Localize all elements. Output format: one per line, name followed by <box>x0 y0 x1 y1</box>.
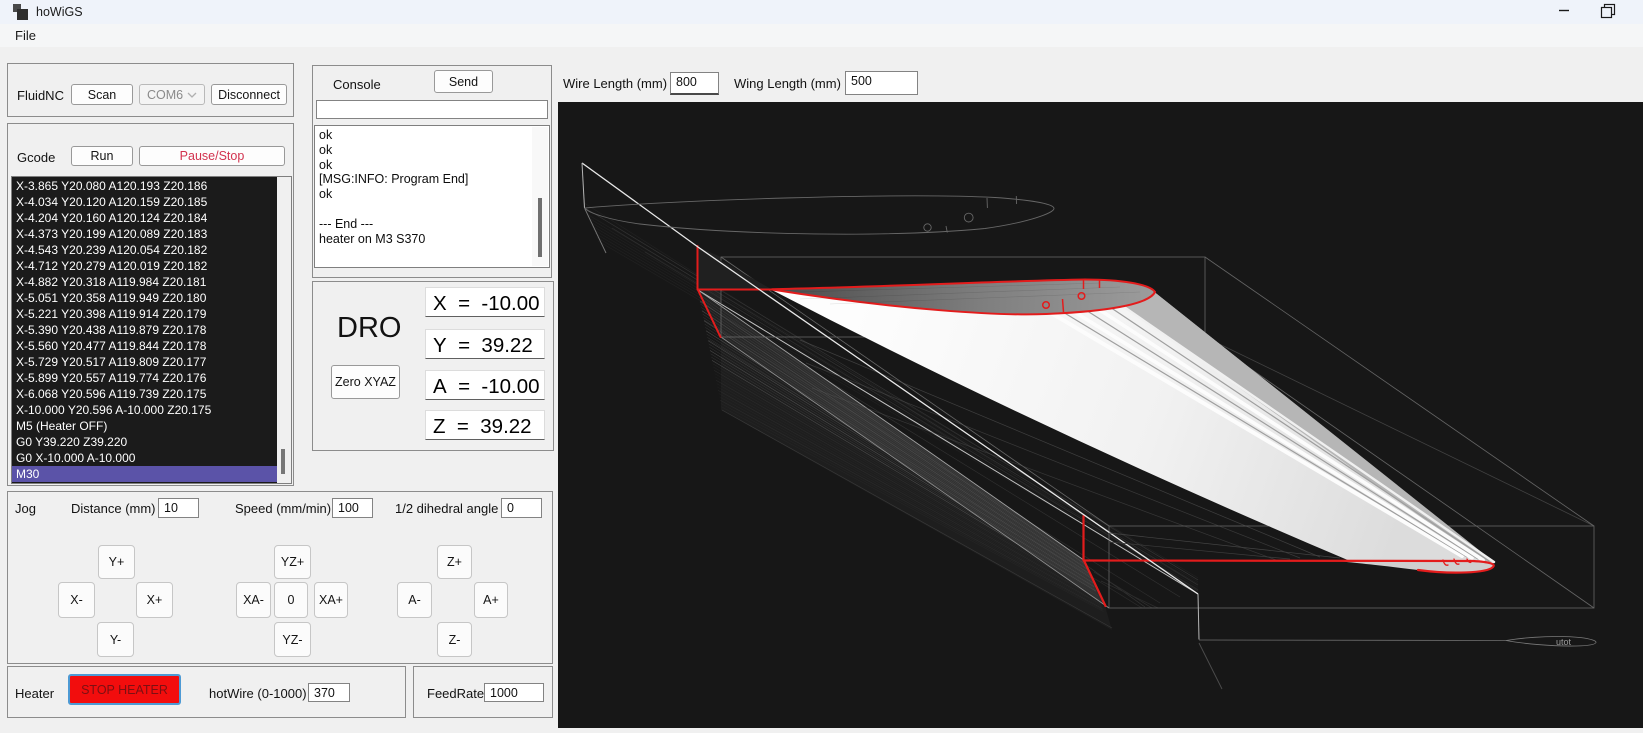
svg-text:utot: utot <box>1556 637 1572 647</box>
